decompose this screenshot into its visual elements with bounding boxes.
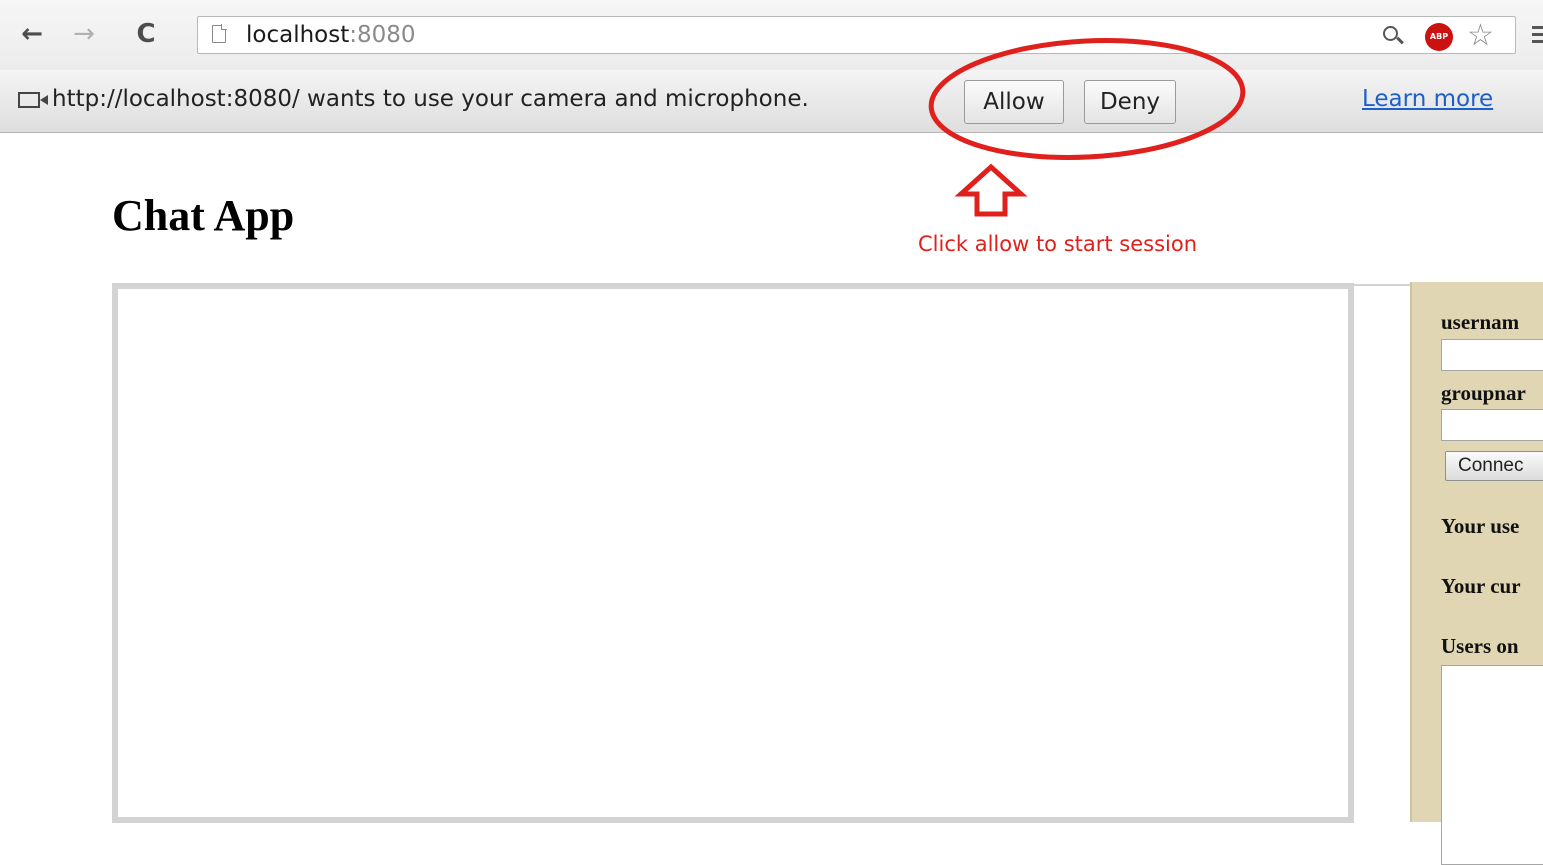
browser-toolbar: ← → C localhost:8080 ABP ☆	[0, 0, 1543, 70]
bookmark-star-icon[interactable]: ☆	[1467, 18, 1494, 54]
forward-arrow-icon[interactable]: →	[68, 18, 100, 50]
learn-more-link[interactable]: Learn more	[1362, 86, 1493, 112]
video-area	[112, 283, 1354, 823]
your-current-group-label: Your cur	[1441, 574, 1521, 598]
reload-icon[interactable]: C	[130, 18, 162, 50]
permission-infobar: http://localhost:8080/ wants to use your…	[0, 70, 1543, 133]
url-host: localhost	[246, 22, 350, 48]
allow-button[interactable]: Allow	[964, 80, 1064, 124]
up-arrow-icon	[954, 163, 1028, 217]
users-online-list[interactable]	[1441, 665, 1543, 865]
users-online-label: Users on	[1441, 634, 1519, 658]
page-icon	[212, 24, 227, 43]
groupname-input[interactable]	[1441, 409, 1543, 441]
adblock-icon[interactable]: ABP	[1425, 23, 1453, 51]
username-input[interactable]	[1441, 339, 1543, 371]
address-bar[interactable]: localhost:8080	[197, 16, 1516, 54]
permission-message: http://localhost:8080/ wants to use your…	[52, 86, 809, 112]
groupname-label: groupnar	[1441, 381, 1526, 405]
deny-button[interactable]: Deny	[1084, 80, 1176, 124]
page-title: Chat App	[112, 191, 295, 240]
side-panel: usernam groupnar Connec Your use Your cu…	[1410, 282, 1543, 865]
connect-button[interactable]: Connec	[1445, 451, 1543, 481]
menu-icon[interactable]	[1532, 26, 1543, 44]
divider-line	[1354, 284, 1410, 286]
url-text[interactable]: localhost:8080	[246, 22, 416, 48]
camera-icon	[18, 92, 48, 108]
back-arrow-icon[interactable]: ←	[16, 18, 48, 50]
annotation-text: Click allow to start session	[918, 232, 1198, 256]
username-label: usernam	[1441, 310, 1520, 334]
your-username-label: Your use	[1441, 514, 1520, 538]
zoom-icon[interactable]	[1383, 26, 1398, 41]
url-port: :8080	[349, 22, 416, 48]
